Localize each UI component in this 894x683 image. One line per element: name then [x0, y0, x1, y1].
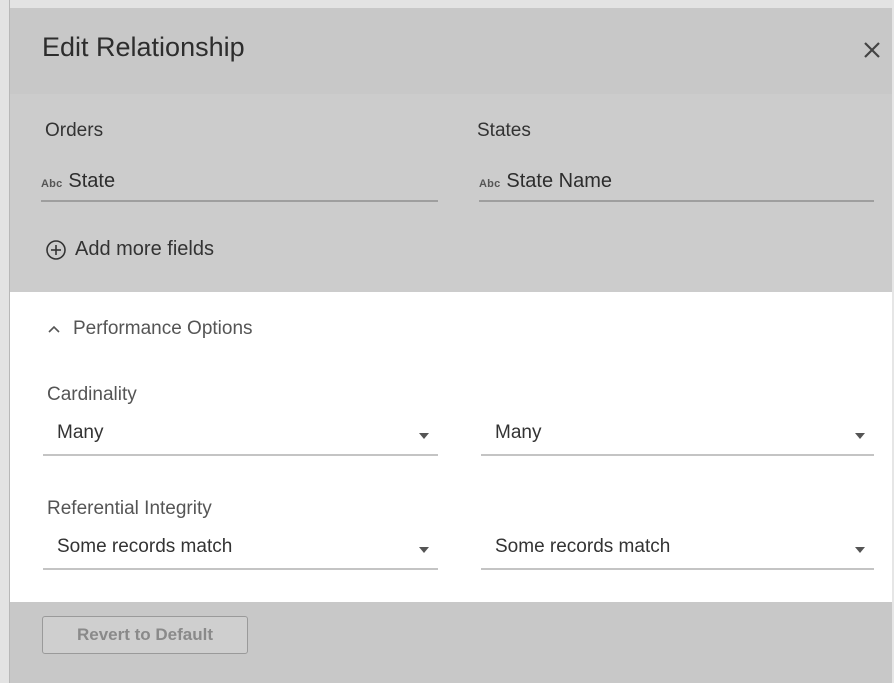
string-type-icon: Abc: [41, 178, 63, 190]
revert-to-default-button[interactable]: Revert to Default: [42, 616, 248, 654]
edit-relationship-dialog: Edit Relationship Orders States Abc Stat…: [0, 0, 894, 683]
left-field-selector[interactable]: Abc State: [41, 166, 438, 202]
dialog-top-edge: [10, 0, 892, 8]
left-referential-integrity-value: Some records match: [57, 536, 233, 557]
right-table-name: States: [477, 120, 531, 141]
right-field-name: State Name: [506, 170, 612, 192]
performance-options-toggle[interactable]: Performance Options: [47, 318, 253, 340]
plus-circle-icon: [46, 239, 66, 260]
right-cardinality-value: Many: [495, 422, 542, 443]
relationship-fields: Orders States Abc State Abc State Name A…: [10, 94, 892, 292]
right-cardinality-dropdown[interactable]: Many: [481, 418, 874, 456]
chevron-up-icon: [48, 325, 60, 333]
referential-integrity-label: Referential Integrity: [47, 498, 212, 519]
caret-down-icon: [855, 547, 865, 553]
left-cardinality-dropdown[interactable]: Many: [43, 418, 438, 456]
caret-down-icon: [855, 433, 865, 439]
left-referential-integrity-dropdown[interactable]: Some records match: [43, 532, 438, 570]
dialog-title: Edit Relationship: [42, 32, 245, 62]
dialog-footer: Revert to Default: [10, 602, 892, 683]
add-more-fields-label: Add more fields: [75, 238, 214, 260]
right-field-selector[interactable]: Abc State Name: [479, 166, 874, 202]
performance-options-panel: Performance Options Cardinality Many Man…: [10, 292, 892, 602]
dialog-header: Edit Relationship: [10, 8, 892, 94]
left-field-name: State: [68, 170, 116, 192]
performance-options-label: Performance Options: [73, 318, 253, 339]
right-referential-integrity-value: Some records match: [495, 536, 671, 557]
cardinality-label: Cardinality: [47, 384, 137, 405]
left-cardinality-value: Many: [57, 422, 104, 443]
close-icon: [864, 42, 880, 58]
right-referential-integrity-dropdown[interactable]: Some records match: [481, 532, 874, 570]
add-more-fields-button[interactable]: Add more fields: [45, 238, 214, 261]
string-type-icon: Abc: [479, 178, 501, 190]
caret-down-icon: [419, 547, 429, 553]
caret-down-icon: [419, 433, 429, 439]
left-table-name: Orders: [45, 120, 104, 141]
close-button[interactable]: [858, 36, 886, 64]
